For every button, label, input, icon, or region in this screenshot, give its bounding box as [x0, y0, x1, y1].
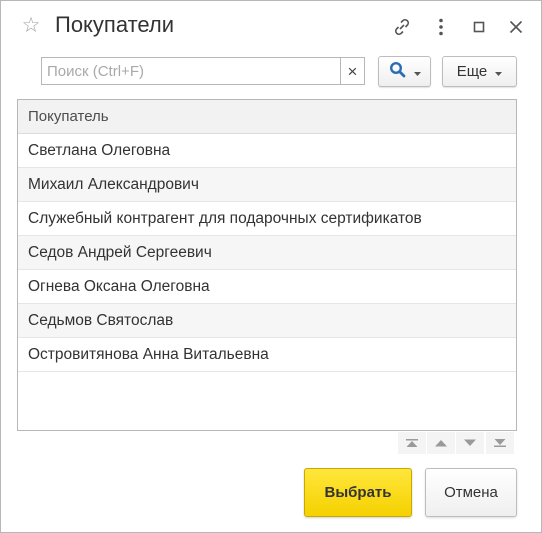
more-actions-label: Еще: [456, 63, 488, 80]
search-icon: [389, 61, 407, 83]
chevron-down-icon: [495, 63, 503, 80]
previous-page-icon[interactable]: [427, 432, 455, 454]
next-page-icon[interactable]: [456, 432, 484, 454]
link-icon[interactable]: [390, 15, 414, 39]
table-row[interactable]: Светлана Олеговна: [18, 134, 516, 168]
dialog-window: ☆ Покупатели Поиск (Ctrl+F) × Еще Покупа…: [0, 0, 542, 533]
table-body: Светлана Олеговна Михаил Александрович С…: [18, 134, 516, 372]
table-row[interactable]: Седов Андрей Сергеевич: [18, 236, 516, 270]
search-field: ×: [41, 57, 365, 85]
select-button[interactable]: Выбрать: [304, 468, 412, 517]
table-row[interactable]: Михаил Александрович: [18, 168, 516, 202]
column-header-customer[interactable]: Покупатель: [18, 100, 516, 134]
customers-table: Покупатель Светлана Олеговна Михаил Алек…: [17, 99, 517, 431]
table-row[interactable]: Служебный контрагент для подарочных серт…: [18, 202, 516, 236]
search-options-button[interactable]: [378, 56, 431, 87]
table-row[interactable]: Островитянова Анна Витальевна: [18, 338, 516, 372]
clear-icon: ×: [347, 61, 358, 81]
first-page-icon[interactable]: [398, 432, 426, 454]
maximize-icon[interactable]: [467, 15, 491, 39]
more-vertical-icon[interactable]: [429, 15, 453, 39]
more-actions-button[interactable]: Еще: [442, 56, 517, 87]
last-page-icon[interactable]: [486, 432, 514, 454]
cancel-button[interactable]: Отмена: [425, 468, 517, 517]
clear-search-button[interactable]: ×: [340, 58, 364, 84]
star-icon[interactable]: ☆: [20, 15, 42, 37]
table-row[interactable]: Огнева Оксана Олеговна: [18, 270, 516, 304]
search-input[interactable]: [42, 58, 338, 84]
title-bar: ☆ Покупатели: [1, 1, 541, 53]
page-title: Покупатели: [55, 12, 175, 37]
chevron-down-icon: [413, 63, 421, 80]
table-row[interactable]: Седьмов Святослав: [18, 304, 516, 338]
close-icon[interactable]: [504, 15, 528, 39]
